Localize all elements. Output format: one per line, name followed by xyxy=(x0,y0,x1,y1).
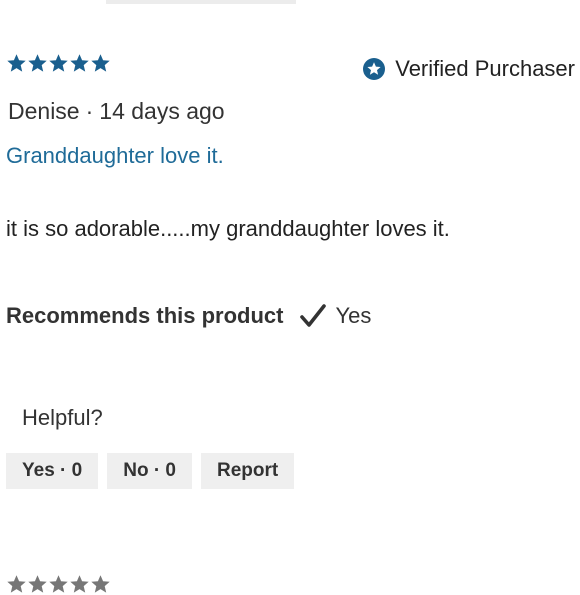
star-icon xyxy=(69,53,90,74)
review-date: 14 days ago xyxy=(99,98,225,124)
recommends-product: Recommends this product Yes xyxy=(6,302,371,330)
star-icon xyxy=(90,574,111,595)
verified-label: Verified Purchaser xyxy=(395,56,575,81)
report-button[interactable]: Report xyxy=(201,453,295,489)
reviewer-info: Denise · 14 days ago xyxy=(8,98,225,125)
next-review-rating-stars xyxy=(6,574,111,595)
star-icon xyxy=(48,53,69,74)
star-icon xyxy=(69,574,90,595)
star-icon xyxy=(27,574,48,595)
helpful-yes-button[interactable]: Yes · 0 xyxy=(6,453,99,489)
recommends-value: Yes xyxy=(335,303,372,328)
verified-badge-icon xyxy=(363,58,386,80)
verified-purchaser-badge: Verified Purchaser xyxy=(362,56,575,82)
star-icon xyxy=(27,53,48,74)
rating-stars xyxy=(6,53,111,74)
star-icon xyxy=(48,574,69,595)
star-icon xyxy=(6,53,27,74)
helpful-label: Helpful? xyxy=(22,405,103,430)
reviewer-name: Denise xyxy=(8,98,80,124)
checkmark-icon xyxy=(300,304,327,327)
review-title: Granddaughter love it. xyxy=(6,143,224,168)
helpful-no-button[interactable]: No · 0 xyxy=(107,453,192,489)
previous-review-divider xyxy=(106,0,296,4)
recommends-label: Recommends this product xyxy=(6,303,284,328)
reviewer-separator: · xyxy=(85,98,94,124)
helpful-vote-buttons: Yes · 0 No · 0 Report xyxy=(6,453,295,489)
star-icon xyxy=(90,53,111,74)
star-icon xyxy=(6,574,27,595)
review-body: it is so adorable.....my granddaughter l… xyxy=(6,216,450,241)
